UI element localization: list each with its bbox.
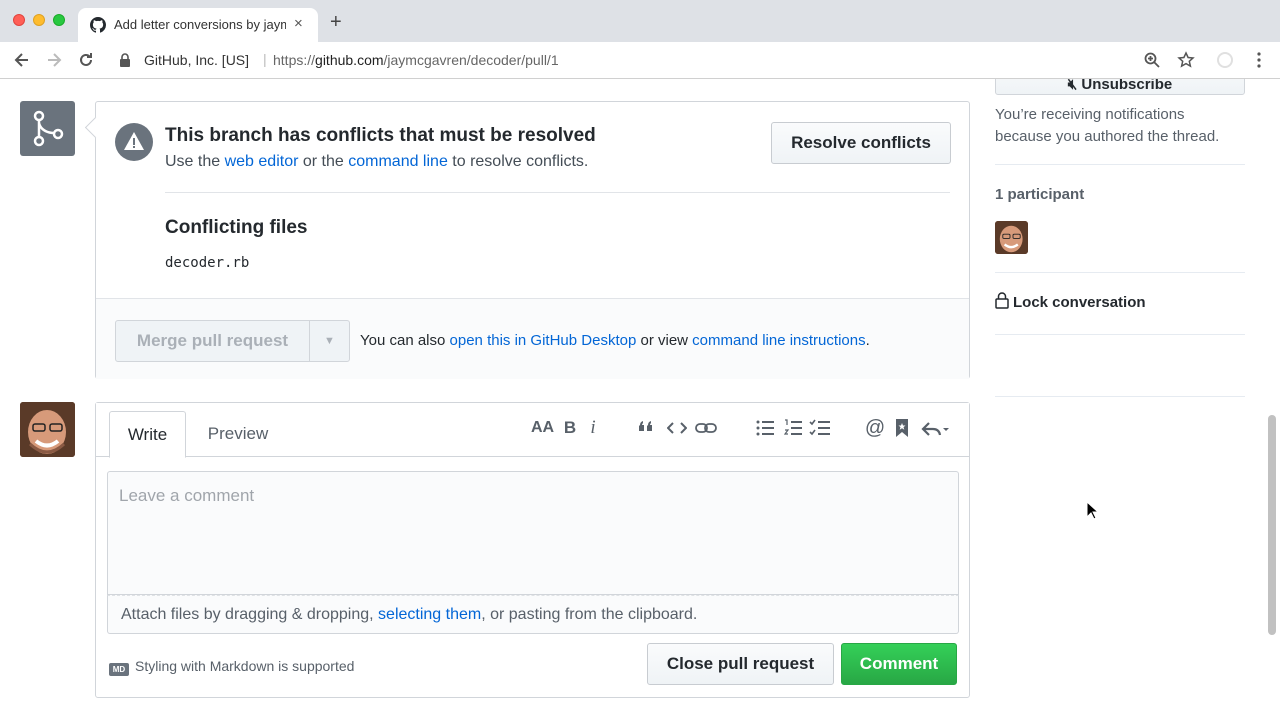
merge-footer: Merge pull request ▼ You can also open t… <box>96 298 969 379</box>
window-minimize-button[interactable] <box>33 14 45 26</box>
markdown-note-text: Styling with Markdown is supported <box>135 658 355 674</box>
comment-tabs: Write Preview AA B i @ <box>96 403 969 458</box>
window-close-button[interactable] <box>13 14 25 26</box>
comment-form: Write Preview AA B i @ Leave a comment A… <box>95 402 970 698</box>
github-desktop-link[interactable]: open this in GitHub Desktop <box>450 332 637 349</box>
alert-icon <box>115 123 153 161</box>
notification-reason: You’re receiving notifications because y… <box>995 106 1220 145</box>
tab-preview[interactable]: Preview <box>192 411 284 457</box>
url-host: github.com <box>315 52 384 68</box>
sidebar-divider <box>995 334 1245 335</box>
merge-alt-text: You can also <box>360 332 450 349</box>
conflicting-file: decoder.rb <box>165 255 250 271</box>
markdown-icon: MD <box>109 663 129 676</box>
lock-conversation-link[interactable]: Lock conversation <box>995 292 1146 311</box>
browser-menu-icon[interactable] <box>1250 51 1268 69</box>
conflict-desc-text: to resolve conflicts. <box>447 153 589 170</box>
github-logo-icon <box>90 17 106 33</box>
browser-tab[interactable]: Add letter conversions by jaym × <box>78 8 318 42</box>
zoom-icon[interactable] <box>1143 51 1161 69</box>
bookmark-star-icon[interactable] <box>1177 51 1195 69</box>
command-line-instructions-link[interactable]: command line instructions <box>692 332 865 349</box>
merge-alternatives: You can also open this in GitHub Desktop… <box>360 332 870 349</box>
code-icon[interactable] <box>667 417 687 439</box>
italic-icon[interactable]: i <box>587 417 599 439</box>
divider <box>165 192 950 193</box>
attach-files-bar[interactable]: Attach files by dragging & dropping, sel… <box>107 595 959 634</box>
merge-pull-request-button: Merge pull request ▼ <box>115 320 350 362</box>
sidebar-divider <box>995 272 1245 273</box>
tab-title: Add letter conversions by jaym <box>114 17 286 32</box>
comment-button[interactable]: Comment <box>841 643 957 685</box>
mouse-cursor-icon <box>1086 501 1100 520</box>
page-content: This branch has conflicts that must be r… <box>0 79 1280 720</box>
comment-textarea[interactable]: Leave a comment <box>107 471 959 595</box>
numbered-list-icon[interactable] <box>784 417 802 439</box>
sidebar-divider <box>995 164 1245 165</box>
conflict-title: This branch has conflicts that must be r… <box>165 125 596 146</box>
reply-icon[interactable] <box>921 417 951 439</box>
browser-toolbar: GitHub, Inc. [US] | https://github.com/j… <box>0 42 1280 79</box>
lock-icon <box>995 292 1009 309</box>
forward-arrow-icon[interactable] <box>44 50 64 70</box>
bold-icon[interactable]: B <box>562 417 578 439</box>
link-icon[interactable] <box>695 417 717 439</box>
task-list-icon[interactable] <box>809 417 831 439</box>
user-photo <box>20 402 75 457</box>
unsubscribe-label: Unsubscribe <box>1081 79 1173 93</box>
git-merge-icon <box>20 101 75 156</box>
window-zoom-button[interactable] <box>53 14 65 26</box>
back-arrow-icon[interactable] <box>12 50 32 70</box>
url-separator: | <box>263 51 267 67</box>
tab-close-icon[interactable]: × <box>294 15 303 33</box>
resolve-conflicts-button[interactable]: Resolve conflicts <box>771 122 951 164</box>
branch-icon <box>33 110 64 147</box>
scrollbar-thumb[interactable] <box>1268 415 1276 635</box>
attach-text: , or pasting from the clipboard. <box>481 606 698 623</box>
participant-photo <box>995 221 1028 254</box>
conflict-desc-text: Use the <box>165 153 225 170</box>
merge-button-label: Merge pull request <box>136 331 289 350</box>
tab-write[interactable]: Write <box>109 411 186 458</box>
bulleted-list-icon[interactable] <box>756 417 774 439</box>
conflict-description: Use the web editor or the command line t… <box>165 153 588 171</box>
web-editor-link[interactable]: web editor <box>225 153 299 170</box>
mention-icon[interactable]: @ <box>864 417 886 439</box>
participants-heading: 1 participant <box>995 186 1085 203</box>
merge-alt-text: or view <box>636 332 693 349</box>
participant-avatar[interactable] <box>995 221 1028 254</box>
url-path: /jaymcgavren/decoder/pull/1 <box>383 52 559 68</box>
address-bar[interactable]: https://github.com/jaymcgavren/decoder/p… <box>273 52 559 68</box>
merge-status-box: This branch has conflicts that must be r… <box>95 101 970 379</box>
quote-icon[interactable] <box>638 417 656 439</box>
conflict-desc-text: or the <box>298 153 349 170</box>
new-tab-button[interactable]: + <box>330 12 342 32</box>
browser-tabbar: Add letter conversions by jaym × + <box>0 0 1280 42</box>
merge-alt-text: . <box>865 332 870 349</box>
attach-text: Attach files by dragging & dropping, <box>121 606 379 623</box>
header-text-icon[interactable]: AA <box>531 417 554 439</box>
markdown-note[interactable]: MD Styling with Markdown is supported <box>109 658 354 676</box>
warning-triangle-icon <box>124 132 144 150</box>
sidebar-divider <box>995 396 1245 397</box>
merge-options-caret: ▼ <box>309 321 349 361</box>
reload-icon[interactable] <box>76 50 96 70</box>
secure-lock-icon[interactable] <box>119 53 131 67</box>
lock-conversation-label: Lock conversation <box>1013 294 1146 311</box>
select-files-link[interactable]: selecting them <box>378 606 481 623</box>
profile-icon[interactable] <box>1216 51 1234 69</box>
site-identity[interactable]: GitHub, Inc. [US] <box>144 52 249 68</box>
saved-reply-bookmark-icon[interactable] <box>894 417 910 439</box>
conflicting-files-title: Conflicting files <box>165 217 308 238</box>
unsubscribe-button[interactable]: 🔇︎ Unsubscribe <box>995 79 1245 95</box>
command-line-link[interactable]: command line <box>348 153 448 170</box>
avatar[interactable] <box>20 402 75 457</box>
url-prefix: https:// <box>273 52 316 68</box>
mute-icon: 🔇︎ <box>1067 79 1078 93</box>
close-pull-request-button[interactable]: Close pull request <box>647 643 834 685</box>
